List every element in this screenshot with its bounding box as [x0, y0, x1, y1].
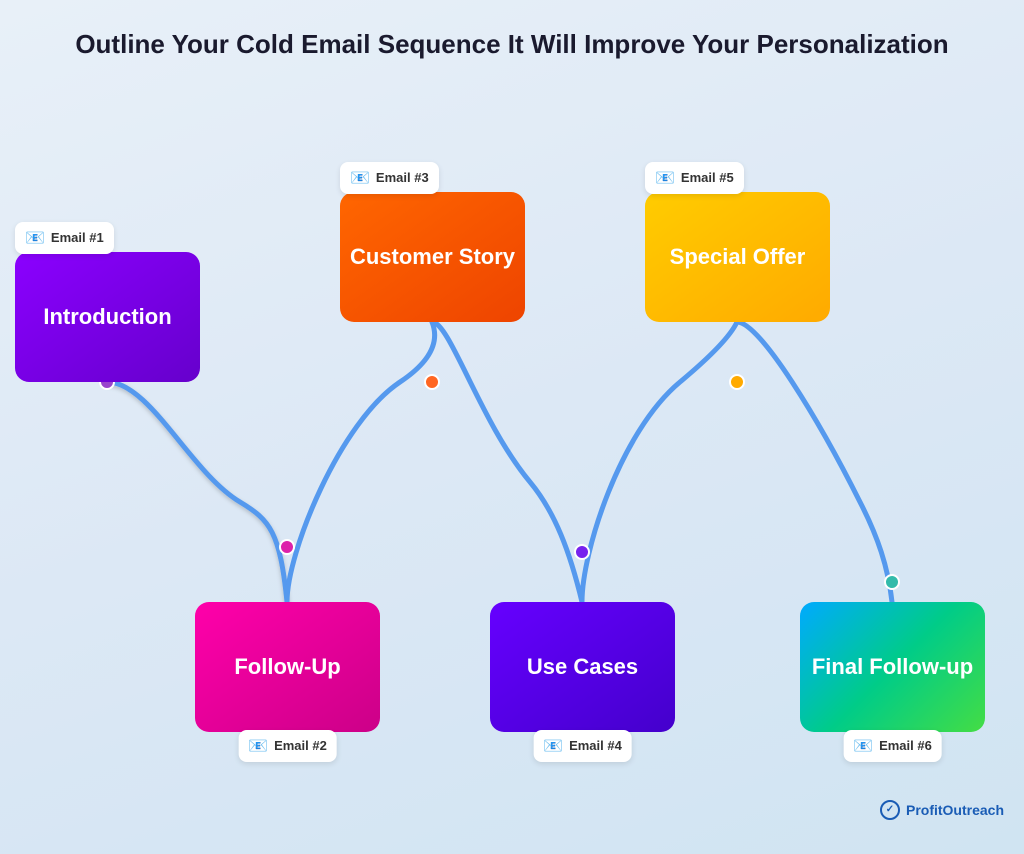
email6-body: Final Follow-up: [800, 602, 985, 732]
email-card-4: Use Cases 📧 Email #4: [490, 602, 675, 732]
email-card-6: Final Follow-up 📧 Email #6: [800, 602, 985, 732]
email3-icon: 📧: [350, 168, 370, 188]
email4-body: Use Cases: [490, 602, 675, 732]
branding-name: ProfitOutreach: [906, 802, 1004, 818]
diagram-area: 📧 Email #1 Introduction Follow-Up 📧 Emai…: [0, 72, 1024, 832]
email2-body: Follow-Up: [195, 602, 380, 732]
page-title: Outline Your Cold Email Sequence It Will…: [0, 0, 1024, 62]
email-card-1: 📧 Email #1 Introduction: [15, 252, 200, 382]
email1-icon: 📧: [25, 228, 45, 248]
email3-label: 📧 Email #3: [340, 162, 439, 194]
email2-label: 📧 Email #2: [238, 730, 337, 762]
branding: ✓ ProfitOutreach: [880, 800, 1004, 820]
email-card-2: Follow-Up 📧 Email #2: [195, 602, 380, 732]
email5-icon: 📧: [655, 168, 675, 188]
email4-label: 📧 Email #4: [533, 730, 632, 762]
email6-label: 📧 Email #6: [843, 730, 942, 762]
email1-label: 📧 Email #1: [15, 222, 114, 254]
email1-body: Introduction: [15, 252, 200, 382]
email-card-5: 📧 Email #5 Special Offer: [645, 192, 830, 322]
email6-icon: 📧: [853, 736, 873, 756]
email5-body: Special Offer: [645, 192, 830, 322]
email5-label: 📧 Email #5: [645, 162, 744, 194]
email4-icon: 📧: [543, 736, 563, 756]
branding-icon: ✓: [880, 800, 900, 820]
email-card-3: 📧 Email #3 Customer Story: [340, 192, 525, 322]
email3-body: Customer Story: [340, 192, 525, 322]
email2-icon: 📧: [248, 736, 268, 756]
